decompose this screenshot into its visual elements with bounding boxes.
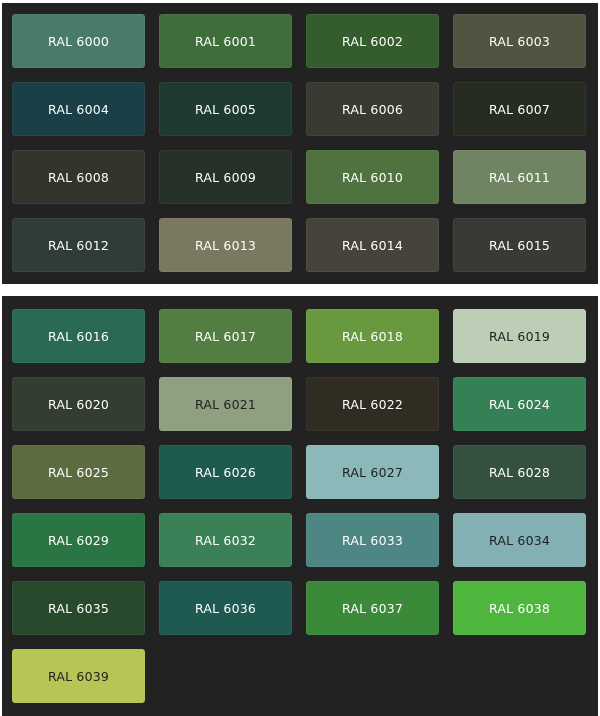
swatch-label: RAL 6014 xyxy=(341,237,404,253)
swatch-label: RAL 6029 xyxy=(47,532,110,548)
swatch-label: RAL 6024 xyxy=(488,396,551,412)
swatch-label: RAL 6018 xyxy=(341,328,404,344)
swatch-label: RAL 6019 xyxy=(488,328,551,344)
swatch-label: RAL 6028 xyxy=(488,464,551,480)
swatch-panel-6016-6039: RAL 6016 RAL 6017 RAL 6018 RAL 6019 RAL 6020… xyxy=(2,296,598,716)
color-swatch-ral-6035[interactable]: RAL 6035 xyxy=(12,581,145,635)
color-swatch-ral-6018[interactable]: RAL 6018 xyxy=(306,309,439,363)
swatch-label: RAL 6002 xyxy=(341,33,404,49)
swatch-label: RAL 6005 xyxy=(194,101,257,117)
swatch-label: RAL 6027 xyxy=(341,464,404,480)
swatch-panel-6000-6015: RAL 6000 RAL 6001 RAL 6002 RAL 6003 RAL 6004… xyxy=(2,3,598,284)
swatch-label: RAL 6025 xyxy=(47,464,110,480)
swatch-label: RAL 6009 xyxy=(194,169,257,185)
color-swatch-ral-6008[interactable]: RAL 6008 xyxy=(12,150,145,204)
color-swatch-ral-6019[interactable]: RAL 6019 xyxy=(453,309,586,363)
swatch-label: RAL 6035 xyxy=(47,600,110,616)
swatch-label: RAL 6012 xyxy=(47,237,110,253)
color-swatch-ral-6013[interactable]: RAL 6013 xyxy=(159,218,292,272)
swatch-label: RAL 6039 xyxy=(47,668,110,684)
swatch-label: RAL 6016 xyxy=(47,328,110,344)
color-swatch-ral-6037[interactable]: RAL 6037 xyxy=(306,581,439,635)
color-swatch-ral-6005[interactable]: RAL 6005 xyxy=(159,82,292,136)
swatch-label: RAL 6033 xyxy=(341,532,404,548)
color-swatch-ral-6017[interactable]: RAL 6017 xyxy=(159,309,292,363)
swatch-label: RAL 6037 xyxy=(341,600,404,616)
swatch-label: RAL 6000 xyxy=(47,33,110,49)
color-swatch-ral-6011[interactable]: RAL 6011 xyxy=(453,150,586,204)
swatch-grid: RAL 6016 RAL 6017 RAL 6018 RAL 6019 RAL 6020… xyxy=(12,309,586,703)
color-swatch-ral-6032[interactable]: RAL 6032 xyxy=(159,513,292,567)
color-swatch-ral-6010[interactable]: RAL 6010 xyxy=(306,150,439,204)
swatch-label: RAL 6034 xyxy=(488,532,551,548)
swatch-label: RAL 6003 xyxy=(488,33,551,49)
color-swatch-ral-6027[interactable]: RAL 6027 xyxy=(306,445,439,499)
swatch-label: RAL 6038 xyxy=(488,600,551,616)
swatch-label: RAL 6021 xyxy=(194,396,257,412)
color-swatch-ral-6033[interactable]: RAL 6033 xyxy=(306,513,439,567)
color-swatch-ral-6009[interactable]: RAL 6009 xyxy=(159,150,292,204)
swatch-label: RAL 6011 xyxy=(488,169,551,185)
swatch-label: RAL 6026 xyxy=(194,464,257,480)
swatch-label: RAL 6013 xyxy=(194,237,257,253)
color-swatch-ral-6003[interactable]: RAL 6003 xyxy=(453,14,586,68)
swatch-label: RAL 6032 xyxy=(194,532,257,548)
swatch-label: RAL 6007 xyxy=(488,101,551,117)
color-swatch-ral-6038[interactable]: RAL 6038 xyxy=(453,581,586,635)
color-swatch-ral-6002[interactable]: RAL 6002 xyxy=(306,14,439,68)
swatch-label: RAL 6020 xyxy=(47,396,110,412)
swatch-label: RAL 6001 xyxy=(194,33,257,49)
swatch-label: RAL 6006 xyxy=(341,101,404,117)
color-swatch-ral-6039[interactable]: RAL 6039 xyxy=(12,649,145,703)
swatch-label: RAL 6004 xyxy=(47,101,110,117)
color-swatch-ral-6012[interactable]: RAL 6012 xyxy=(12,218,145,272)
color-swatch-ral-6028[interactable]: RAL 6028 xyxy=(453,445,586,499)
color-swatch-ral-6020[interactable]: RAL 6020 xyxy=(12,377,145,431)
swatch-label: RAL 6017 xyxy=(194,328,257,344)
color-swatch-ral-6014[interactable]: RAL 6014 xyxy=(306,218,439,272)
swatch-label: RAL 6022 xyxy=(341,396,404,412)
color-swatch-ral-6006[interactable]: RAL 6006 xyxy=(306,82,439,136)
color-swatch-ral-6029[interactable]: RAL 6029 xyxy=(12,513,145,567)
color-swatch-ral-6016[interactable]: RAL 6016 xyxy=(12,309,145,363)
swatch-label: RAL 6008 xyxy=(47,169,110,185)
swatch-label: RAL 6010 xyxy=(341,169,404,185)
color-swatch-ral-6026[interactable]: RAL 6026 xyxy=(159,445,292,499)
swatch-label: RAL 6015 xyxy=(488,237,551,253)
color-swatch-ral-6036[interactable]: RAL 6036 xyxy=(159,581,292,635)
swatch-label: RAL 6036 xyxy=(194,600,257,616)
color-swatch-ral-6022[interactable]: RAL 6022 xyxy=(306,377,439,431)
color-swatch-ral-6024[interactable]: RAL 6024 xyxy=(453,377,586,431)
color-swatch-ral-6025[interactable]: RAL 6025 xyxy=(12,445,145,499)
color-swatch-ral-6000[interactable]: RAL 6000 xyxy=(12,14,145,68)
color-swatch-ral-6001[interactable]: RAL 6001 xyxy=(159,14,292,68)
color-swatch-ral-6034[interactable]: RAL 6034 xyxy=(453,513,586,567)
color-swatch-ral-6021[interactable]: RAL 6021 xyxy=(159,377,292,431)
color-swatch-ral-6004[interactable]: RAL 6004 xyxy=(12,82,145,136)
swatch-grid: RAL 6000 RAL 6001 RAL 6002 RAL 6003 RAL 6004… xyxy=(12,14,586,272)
color-swatch-ral-6007[interactable]: RAL 6007 xyxy=(453,82,586,136)
color-swatch-ral-6015[interactable]: RAL 6015 xyxy=(453,218,586,272)
